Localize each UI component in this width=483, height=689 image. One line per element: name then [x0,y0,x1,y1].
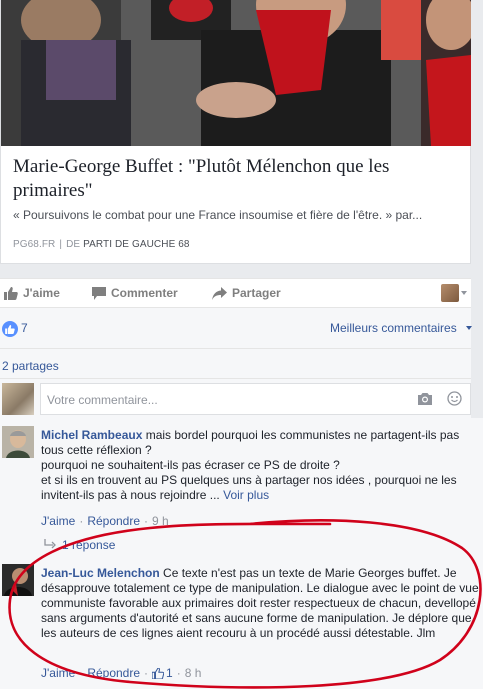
link-description: « Poursuivons le combat pour une France … [13,208,423,222]
thumbs-up-icon [152,667,165,679]
comment-like-link[interactable]: J'aime [41,514,75,528]
comment-like-count[interactable]: 1 [152,666,173,680]
comment-actions: J'aime · Répondre · 1 · 8 h [41,666,201,680]
commenter-avatar[interactable] [2,426,34,458]
comment-text: Jean-Luc Melenchon Ce texte n'est pas un… [41,566,481,641]
replies-count: 1 réponse [62,538,116,552]
like-label: J'aime [23,286,60,300]
sort-caret-icon[interactable] [466,326,472,330]
share-button[interactable]: Partager [212,286,281,300]
comment-timestamp[interactable]: 8 h [185,666,202,680]
emoji-icon[interactable] [447,391,462,409]
link-title[interactable]: Marie-George Buffet : "Plutôt Mélenchon … [13,155,453,203]
share-arrow-icon [212,286,227,300]
comment-button[interactable]: Commenter [92,286,178,300]
comment-label: Commenter [111,286,178,300]
view-replies-link[interactable]: 1 réponse [44,538,115,552]
comment-author-link[interactable]: Michel Rambeaux [41,428,142,442]
comment-bubble-icon [92,286,106,300]
link-preview-card[interactable]: Marie-George Buffet : "Plutôt Mélenchon … [0,0,471,264]
actor-selector-avatar[interactable] [441,284,459,302]
like-count[interactable]: 7 [21,321,28,335]
reactions-summary: 7 Meilleurs commentaires [0,308,472,348]
comment-like-number: 1 [166,666,173,680]
reply-arrow-icon [44,538,56,552]
share-label: Partager [232,286,281,300]
comment-text: Michel Rambeaux mais bordel pourquoi les… [41,428,481,503]
comment-text-line2: pourquoi ne souhaitent-ils pas écraser c… [41,458,340,472]
comment-author-link[interactable]: Jean-Luc Melenchon [41,566,160,580]
camera-icon[interactable] [417,392,433,408]
comment-composer-row: Votre commentaire... [0,378,471,418]
comment-input[interactable]: Votre commentaire... [40,383,471,415]
share-count-link[interactable]: 2 partages [2,359,59,373]
post-action-bar: J'aime Commenter Partager [0,278,471,308]
separator-dot: · [176,666,181,680]
separator-dot: · [144,666,149,680]
link-source: PG68.FR | DE PARTI DE GAUCHE 68 [13,239,190,250]
chevron-down-icon[interactable] [461,291,467,295]
current-user-avatar[interactable] [2,383,34,415]
commenter-avatar[interactable] [2,564,34,596]
see-more-link[interactable]: Voir plus [223,488,269,502]
link-site-name[interactable]: PARTI DE GAUCHE 68 [83,239,189,250]
comment-timestamp[interactable]: 9 h [152,514,169,528]
source-separator: | [59,239,63,250]
comment-actions: J'aime · Répondre · 9 h [41,514,169,528]
separator-dot: · [79,514,84,528]
thumbs-up-icon [4,286,18,300]
like-reaction-icon[interactable] [2,321,18,337]
comment-input-placeholder: Votre commentaire... [47,393,158,407]
comment-reply-link[interactable]: Répondre [87,514,140,528]
shares-row: 2 partages [0,348,471,378]
link-domain: PG68.FR [13,239,56,250]
source-by-label: DE [66,239,81,250]
comment-reply-link[interactable]: Répondre [87,666,140,680]
separator-dot: · [144,514,149,528]
comments-list: Michel Rambeaux mais bordel pourquoi les… [0,418,483,689]
comment-sort-dropdown[interactable]: Meilleurs commentaires [330,321,457,335]
like-button[interactable]: J'aime [4,286,60,300]
comment-like-link[interactable]: J'aime [41,666,75,680]
link-preview-image[interactable] [1,0,471,146]
separator-dot: · [79,666,84,680]
